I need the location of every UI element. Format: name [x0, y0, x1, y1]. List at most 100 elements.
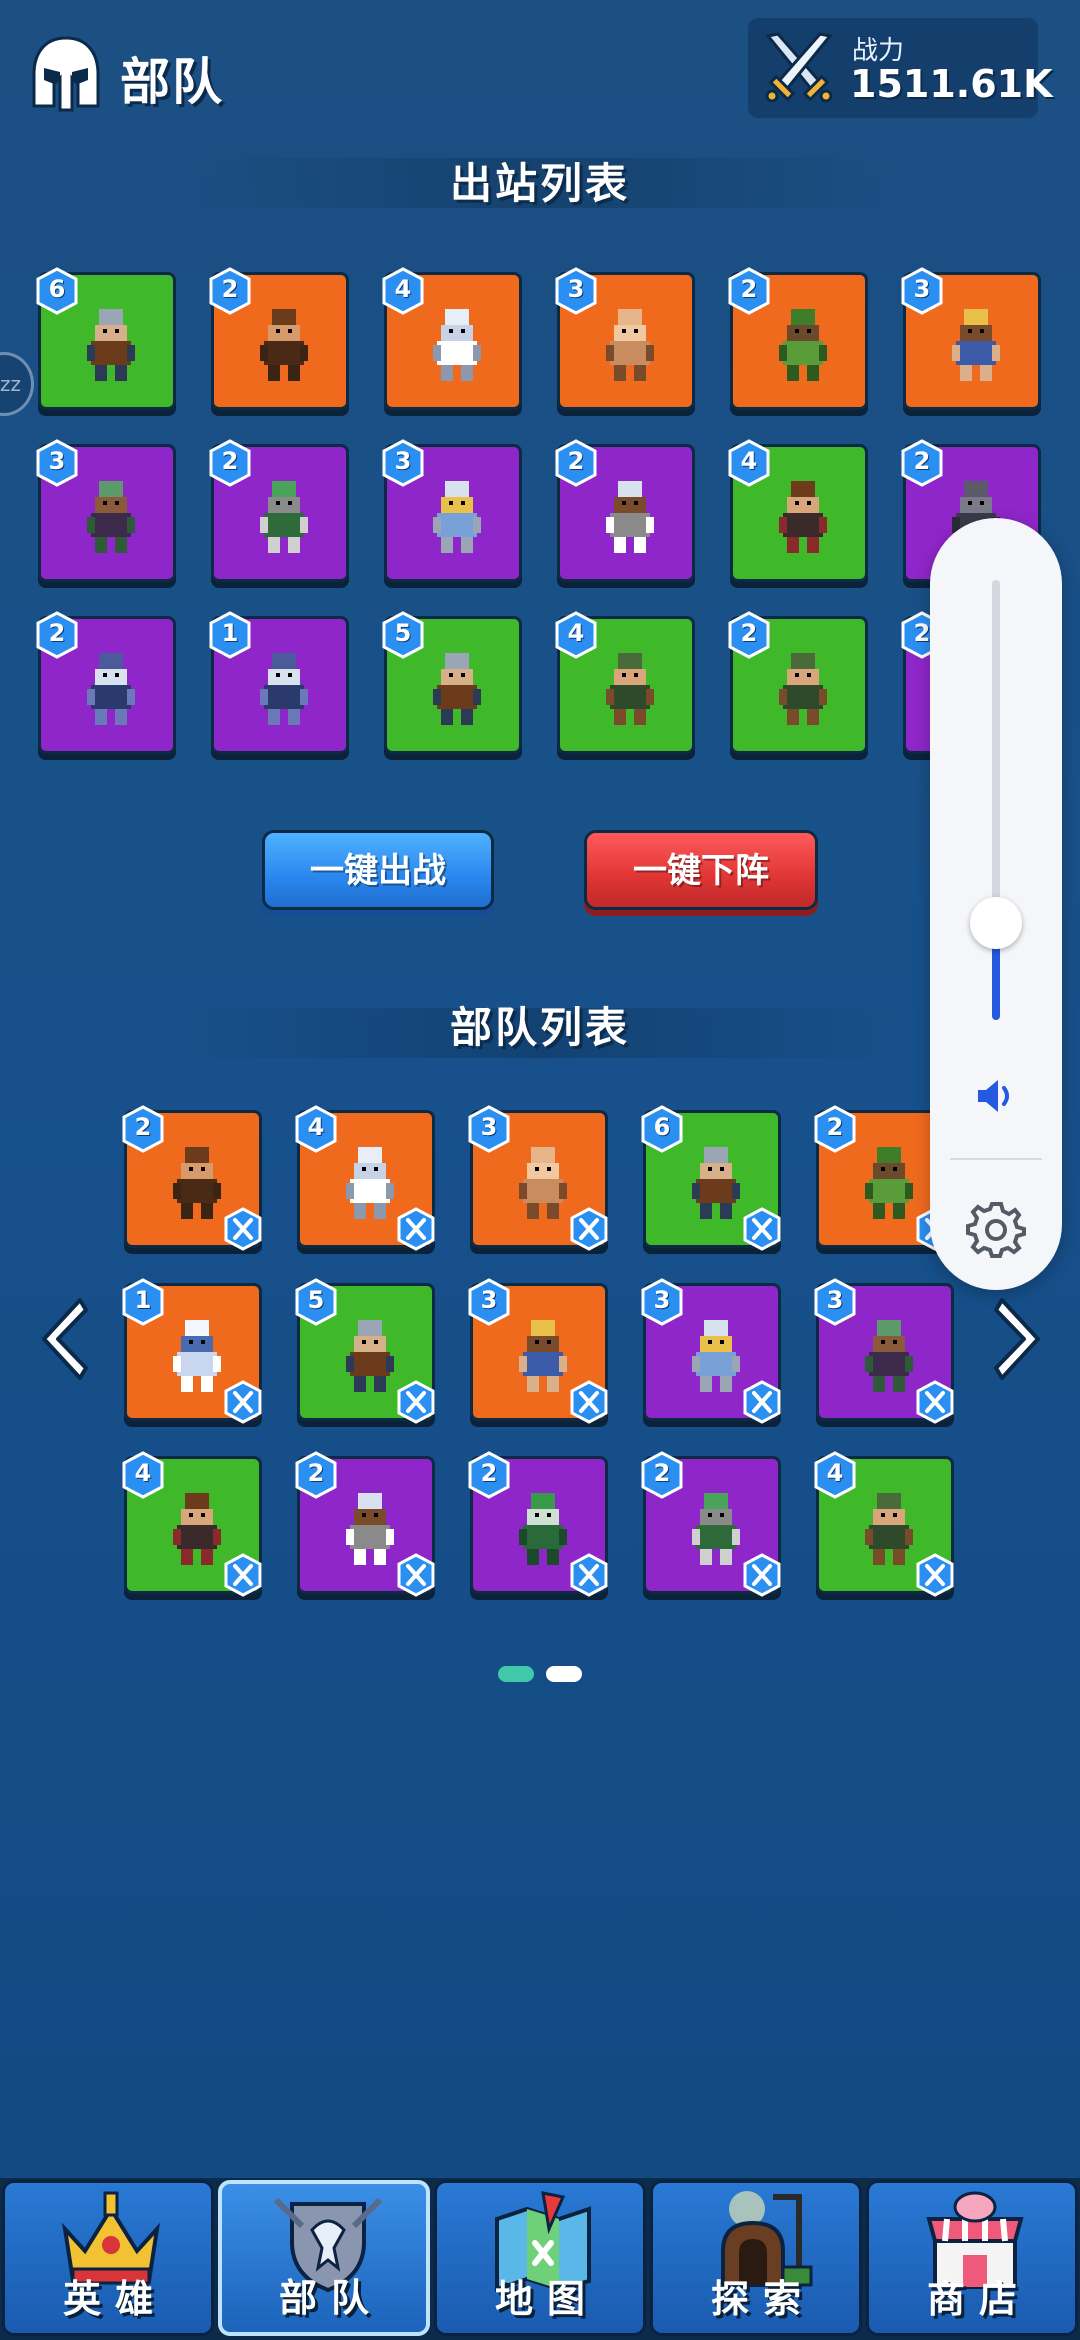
unit-card[interactable]: 3 — [468, 1278, 608, 1424]
level-badge: 4 — [813, 1451, 857, 1499]
level-badge: 1 — [121, 1278, 165, 1326]
volume-slider-knob[interactable] — [970, 897, 1022, 949]
deployed-swords-icon — [396, 1553, 436, 1597]
level-number: 3 — [480, 1286, 498, 1314]
level-number: 2 — [307, 1459, 325, 1487]
unit-card[interactable]: 2 — [728, 267, 868, 410]
level-number: 2 — [740, 619, 758, 647]
unit-card[interactable]: 2 — [468, 1451, 608, 1597]
unit-card[interactable]: 2 — [555, 439, 695, 582]
nav-item-map[interactable]: 地图 — [434, 2180, 646, 2336]
level-number: 5 — [307, 1286, 325, 1314]
unit-card[interactable]: 2 — [122, 1105, 262, 1251]
combat-power-value: 1511.61K — [850, 62, 1053, 106]
unit-card[interactable]: 4 — [295, 1105, 436, 1251]
treant-sprite-icon — [779, 309, 827, 381]
level-number: 2 — [480, 1459, 498, 1487]
level-badge: 4 — [554, 611, 598, 659]
level-badge: 3 — [467, 1278, 511, 1326]
unit-card[interactable]: 1 — [209, 611, 349, 754]
angel-sprite-icon — [433, 309, 481, 381]
unit-card[interactable]: 1 — [122, 1278, 263, 1424]
crossed-swords-icon — [765, 32, 833, 103]
level-number: 2 — [221, 275, 239, 303]
cyclops-sprite-icon — [606, 309, 654, 381]
deploy-list-title: 出站列表 — [449, 159, 630, 208]
nav-item-eagle-shield[interactable]: 部队 — [218, 2180, 430, 2336]
level-badge: 5 — [294, 1278, 338, 1326]
unit-card[interactable]: 3 — [641, 1278, 781, 1424]
level-badge: 3 — [467, 1105, 511, 1153]
level-badge: 6 — [35, 267, 79, 315]
nav-label: 英雄 — [62, 2277, 167, 2321]
unit-card[interactable]: 3 — [468, 1105, 608, 1251]
unit-card[interactable]: 4 — [814, 1451, 955, 1597]
deployed-swords-icon — [396, 1207, 436, 1251]
unit-card[interactable]: 5 — [382, 611, 522, 754]
level-badge: 4 — [294, 1105, 338, 1153]
level-badge: 2 — [121, 1105, 165, 1153]
level-number: 2 — [567, 447, 585, 475]
unit-card[interactable]: 6 — [36, 267, 176, 410]
unit-card[interactable]: 2 — [209, 267, 349, 410]
unit-card[interactable]: 4 — [555, 611, 695, 754]
nav-item-crown[interactable]: 英雄 — [2, 2180, 214, 2336]
unit-card[interactable]: 6 — [641, 1105, 782, 1251]
page-dot-active[interactable] — [498, 1666, 534, 1682]
unit-card[interactable]: 3 — [36, 439, 176, 582]
unit-card[interactable]: 3 — [814, 1278, 954, 1424]
level-number: 6 — [48, 275, 66, 303]
unit-card[interactable]: 2 — [641, 1451, 781, 1597]
sleep-indicator-icon[interactable]: zz — [0, 352, 34, 416]
level-number: 3 — [394, 447, 412, 475]
deploy-all-button[interactable]: 一键出战 — [262, 830, 494, 910]
next-page-arrow-icon[interactable] — [994, 1296, 1046, 1382]
nav-item-mine[interactable]: 探索 — [650, 2180, 862, 2336]
level-badge: 6 — [640, 1105, 684, 1153]
unit-card[interactable]: 4 — [122, 1451, 262, 1597]
level-number: 5 — [394, 619, 412, 647]
unit-card[interactable]: 2 — [295, 1451, 436, 1597]
level-number: 4 — [567, 619, 585, 647]
unit-card[interactable]: 2 — [728, 611, 868, 754]
caveman-sprite-icon — [260, 309, 308, 381]
unit-card[interactable]: 3 — [555, 267, 695, 410]
level-number: 4 — [134, 1459, 152, 1487]
level-badge: 4 — [121, 1451, 165, 1499]
skeleton-mage-sprite-icon — [433, 481, 481, 553]
level-badge: 2 — [294, 1451, 338, 1499]
level-number: 3 — [567, 275, 585, 303]
level-number: 3 — [48, 447, 66, 475]
unit-card[interactable]: 5 — [295, 1278, 435, 1424]
unit-card[interactable]: 3 — [382, 439, 522, 582]
level-badge: 3 — [554, 267, 598, 315]
level-number: 4 — [826, 1459, 844, 1487]
level-badge: 4 — [727, 439, 771, 487]
deployed-swords-icon — [915, 1553, 955, 1597]
unit-card[interactable]: 4 — [728, 439, 868, 582]
level-number: 4 — [740, 447, 758, 475]
deployed-swords-icon — [742, 1207, 782, 1251]
helmet-icon — [32, 36, 100, 112]
level-number: 2 — [740, 275, 758, 303]
deployed-swords-icon — [223, 1380, 263, 1424]
dwarf-axe-sprite-icon — [433, 653, 481, 725]
unit-card[interactable]: 4 — [382, 267, 522, 410]
level-number: 4 — [394, 275, 412, 303]
gear-icon[interactable] — [966, 1198, 1026, 1258]
unit-card[interactable]: 2 — [209, 439, 349, 582]
hooded-archer-sprite-icon — [606, 653, 654, 725]
page-dot[interactable] — [546, 1666, 582, 1682]
level-badge: 2 — [467, 1451, 511, 1499]
remove-all-button[interactable]: 一键下阵 — [584, 830, 818, 910]
archer-sprite-icon — [952, 309, 1000, 381]
level-number: 2 — [653, 1459, 671, 1487]
nav-item-shop[interactable]: 商店 — [866, 2180, 1078, 2336]
prev-page-arrow-icon[interactable] — [36, 1296, 88, 1382]
level-badge: 3 — [900, 267, 944, 315]
level-number: 2 — [913, 447, 931, 475]
speaker-icon[interactable] — [972, 1072, 1020, 1120]
unit-card[interactable]: 3 — [901, 267, 1041, 410]
level-badge: 3 — [640, 1278, 684, 1326]
unit-card[interactable]: 2 — [36, 611, 176, 754]
